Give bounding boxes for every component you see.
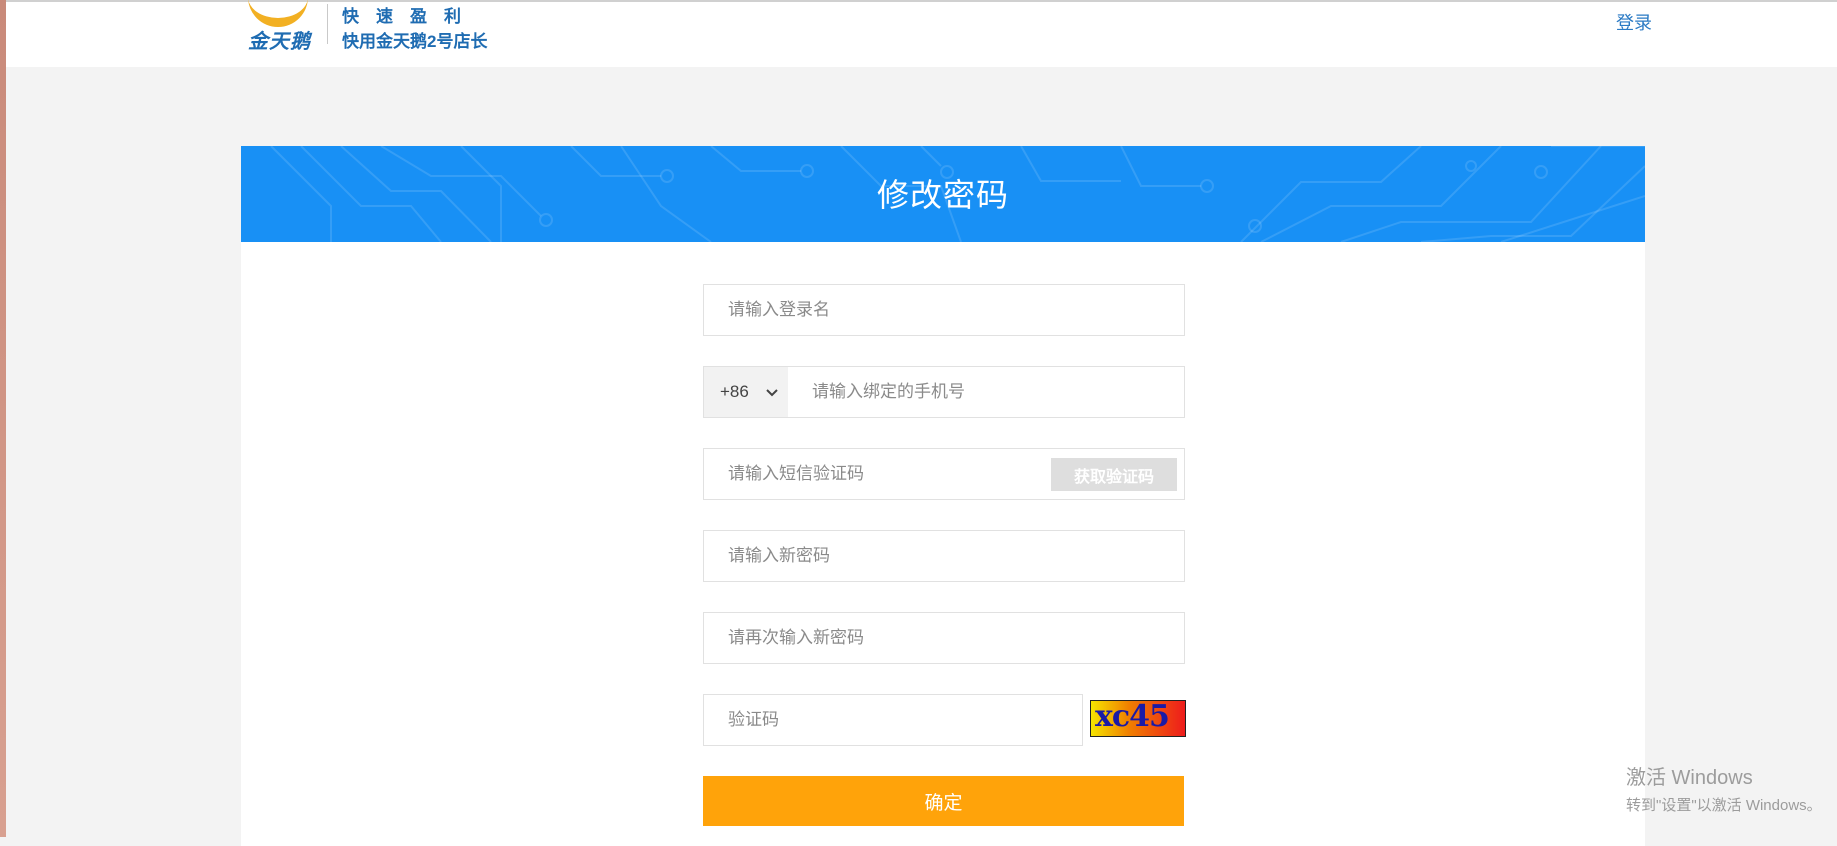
watermark-subtitle: 转到"设置"以激活 Windows。 <box>1626 797 1822 814</box>
country-code-select[interactable]: +86 <box>704 367 788 417</box>
background-window-edge <box>0 0 6 837</box>
logo-name: 金天鹅 <box>248 31 311 53</box>
login-link[interactable]: 登录 <box>1616 9 1652 35</box>
panel-banner: 修改密码 <box>241 146 1645 242</box>
change-password-panel: 修改密码 +86 获取验证码 <box>241 146 1645 846</box>
captcha-input[interactable] <box>704 695 1082 745</box>
sms-code-input[interactable] <box>704 449 1044 499</box>
captcha-text: xc45 <box>1095 700 1170 734</box>
confirm-password-field <box>703 612 1185 664</box>
submit-button[interactable]: 确定 <box>703 776 1184 826</box>
logo-slogan-line1: 快速盈利 <box>342 7 478 26</box>
logo-slogan-line2: 快用金天鹅2号店长 <box>342 32 488 51</box>
watermark-title: 激活 Windows <box>1626 767 1753 789</box>
logo-divider <box>327 4 328 44</box>
new-password-input[interactable] <box>704 531 1184 581</box>
sms-code-field: 获取验证码 <box>703 448 1185 500</box>
country-code-value: +86 <box>720 382 749 401</box>
site-logo[interactable]: 金天鹅 快速盈利 快用金天鹅2号店长 <box>241 0 501 53</box>
phone-input[interactable] <box>788 367 1184 417</box>
chevron-down-icon <box>766 389 778 397</box>
username-input[interactable] <box>704 285 1184 335</box>
windows-activation-watermark: 激活 Windows 转到"设置"以激活 Windows。 <box>1626 761 1822 815</box>
confirm-password-input[interactable] <box>704 613 1184 663</box>
captcha-image[interactable]: xc45 <box>1090 700 1186 737</box>
username-field <box>703 284 1185 336</box>
swan-logo-icon <box>248 0 308 27</box>
page-title: 修改密码 <box>876 177 1009 213</box>
phone-field: +86 <box>703 366 1185 418</box>
site-header: 金天鹅 快速盈利 快用金天鹅2号店长 登录 <box>6 2 1837 67</box>
sms-input-wrap <box>704 449 1044 499</box>
new-password-field <box>703 530 1185 582</box>
phone-input-wrap <box>788 367 1184 417</box>
get-sms-code-button[interactable]: 获取验证码 <box>1051 458 1177 491</box>
captcha-field <box>703 694 1083 746</box>
